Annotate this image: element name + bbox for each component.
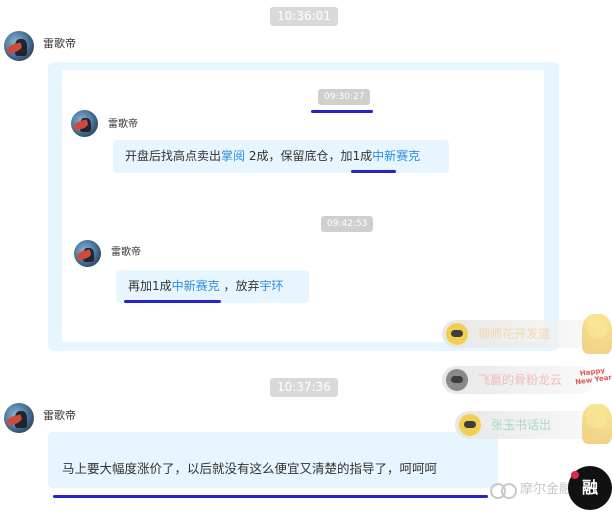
message-text: ，放弃 (219, 279, 260, 293)
avatar[interactable] (4, 403, 34, 433)
mascot-sticker (582, 404, 612, 444)
gift-icon (446, 369, 468, 391)
gift-notification: 柳师花开发道 (442, 320, 594, 348)
sender-name: 雷歌帝 (43, 409, 76, 422)
sender-name: 雷歌帝 (108, 119, 138, 130)
avatar[interactable] (4, 31, 34, 61)
sender-name: 雷歌帝 (43, 37, 76, 50)
annotation-underline (311, 110, 373, 113)
badge-text: 融 (581, 478, 598, 497)
brand-watermark: 摩尔金融 (490, 478, 573, 499)
message-bubble: 开盘后找高点卖出掌阅 2成，保留底仓，加1成中新赛克 (113, 140, 449, 173)
stock-link[interactable]: 宇环 (259, 279, 283, 293)
stock-link[interactable]: 掌阅 (221, 149, 245, 163)
brand-name: 摩尔金融 (520, 482, 573, 497)
message-text: 再加1成 (128, 279, 172, 293)
message-bubble: 马上要大幅度涨价了，以后就没有这么便宜又清楚的指导了，呵呵呵 (48, 432, 498, 488)
forwarded-timestamp: 09:30:27 (318, 89, 371, 105)
sender-name: 雷歌帝 (111, 247, 141, 258)
gift-notification: 张玉书话出 (455, 411, 597, 439)
gift-notification: 飞赢的骨粉龙云 (442, 366, 594, 394)
stock-link[interactable]: 中新赛克 (372, 149, 420, 163)
message-text: 2成，保留底仓，加1成 (245, 149, 373, 163)
avatar[interactable] (74, 240, 101, 267)
annotation-underline (53, 495, 488, 498)
gift-icon (459, 414, 481, 436)
stock-link[interactable]: 中新赛克 (172, 279, 220, 293)
annotation-underline (124, 300, 221, 303)
gift-sender-name: 柳师花开发道 (478, 327, 551, 341)
gift-sender-name: 张玉书话出 (491, 418, 552, 432)
dot-icon (571, 471, 579, 479)
message-text: 马上要大幅度涨价了，以后就没有这么便宜又清楚的指导了，呵呵呵 (62, 461, 438, 476)
new-year-sticker: Happy New Year (574, 366, 612, 387)
timestamp: 10:37:36 (270, 378, 338, 397)
brand-logo-icon (490, 482, 520, 499)
timestamp: 10:36:01 (270, 7, 338, 26)
avatar[interactable] (71, 110, 98, 137)
app-badge: 融 (568, 466, 612, 510)
annotation-underline (351, 170, 396, 173)
message-text: 开盘后找高点卖出 (125, 149, 222, 163)
gift-sender-name: 飞赢的骨粉龙云 (478, 373, 563, 387)
message-bubble: 再加1成中新赛克 ，放弃宇环 (116, 270, 309, 303)
mascot-sticker (582, 314, 612, 354)
gift-icon (446, 323, 468, 345)
forwarded-timestamp: 09:42:53 (321, 216, 374, 232)
